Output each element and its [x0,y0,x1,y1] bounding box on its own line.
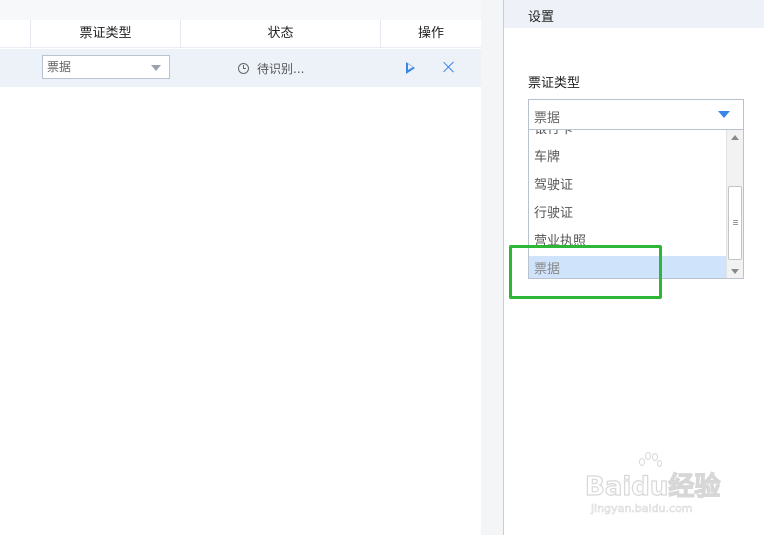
top-strip [0,0,481,20]
settings-title: 设置 [528,10,555,25]
column-header-type: 票证类型 [30,20,180,48]
table-row: 票据 待识别... [0,49,481,87]
ticket-type-selected-value: 票据 [534,111,561,126]
chevron-down-icon [151,65,161,71]
header-checkbox-column [0,20,30,48]
row-status: 待识别... [238,60,304,76]
dropdown-scrollbar[interactable] [726,130,743,278]
column-header-actions: 操作 [380,20,481,48]
dropdown-option-bank-card[interactable]: 银行卡 [529,130,727,144]
ticket-type-dropdown: 银行卡 车牌 驾驶证 行驶证 营业执照 票据 [528,130,744,279]
panel-gutter [481,0,503,535]
row-status-text: 待识别... [257,61,305,76]
play-icon[interactable] [406,62,415,74]
dropdown-option-receipt[interactable]: 票据 [529,256,727,278]
settings-header: 设置 [504,0,764,28]
dropdown-options: 银行卡 车牌 驾驶证 行驶证 营业执照 票据 [529,130,727,278]
scroll-up-arrow-icon[interactable] [731,135,739,140]
dropdown-option-business-license[interactable]: 营业执照 [529,228,727,256]
scroll-down-arrow-icon[interactable] [731,269,739,274]
ticket-type-select[interactable]: 票据 [528,99,744,130]
chevron-down-icon [718,111,730,118]
table-header: 票证类型 状态 操作 [0,20,481,48]
column-header-status: 状态 [180,20,380,48]
recognition-table-panel: 票证类型 状态 操作 票据 待识别... [0,0,481,535]
watermark-logo: Baidu经验 [584,471,721,502]
settings-panel: 设置 票证类型 票据 银行卡 车牌 驾驶证 行驶证 营业执照 票据 [504,0,764,535]
clock-icon [238,62,249,74]
app-window: 票证类型 状态 操作 票据 待识别... 设置 票证类型 票据 车牌 驾驶证 行… [0,0,764,535]
dropdown-option-vehicle-license[interactable]: 行驶证 [529,200,727,228]
row-type-value: 票据 [47,60,72,74]
grip-icon [733,220,738,221]
dropdown-option-driver-license[interactable]: 驾驶证 [529,172,727,200]
close-icon[interactable] [442,60,456,74]
ticket-type-label: 票证类型 [528,76,581,91]
watermark: Baidu经验 jingyan.baidu.com [584,452,745,526]
dropdown-option-license-plate[interactable]: 车牌 [529,144,727,172]
scrollbar-thumb[interactable] [728,186,742,260]
watermark-url: jingyan.baidu.com [591,502,693,516]
row-type-select[interactable]: 票据 [42,55,170,79]
